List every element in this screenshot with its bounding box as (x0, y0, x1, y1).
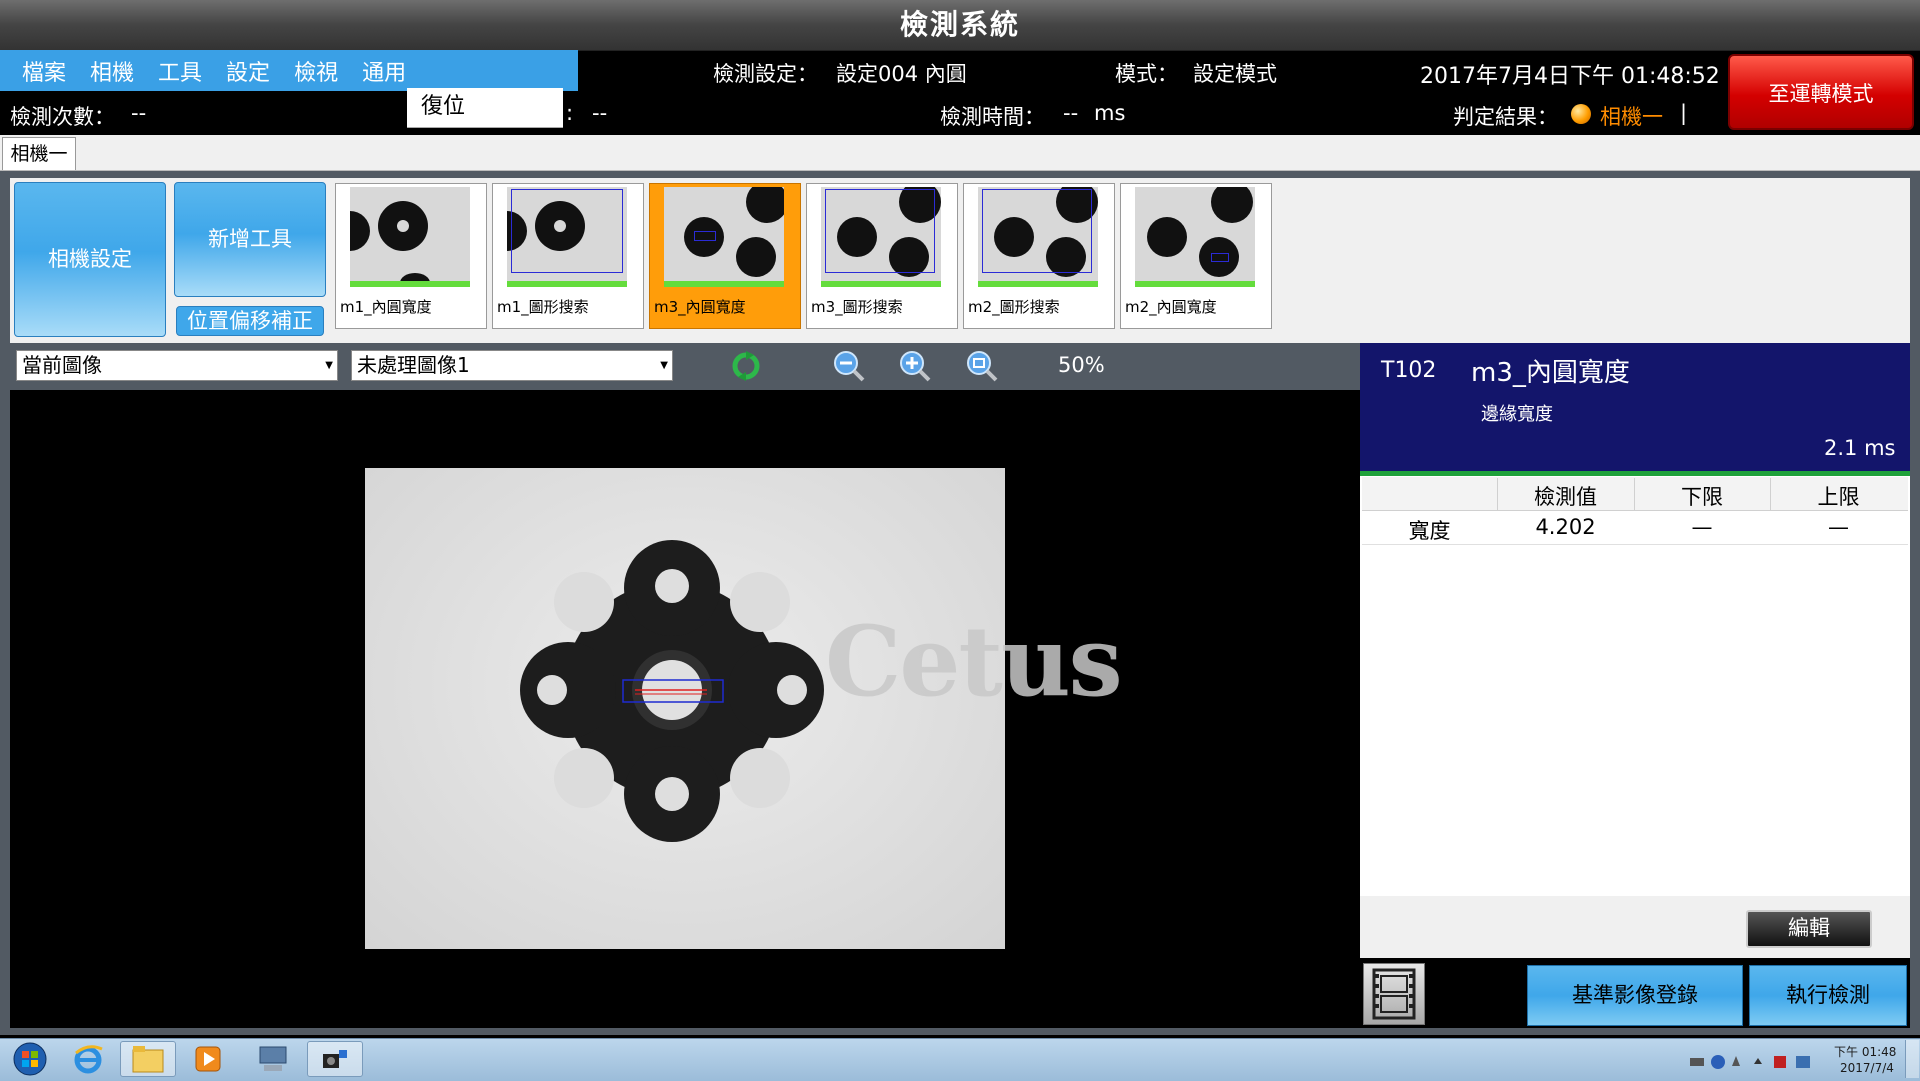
mid-value: -- (592, 101, 608, 125)
browser-icon[interactable] (60, 1041, 116, 1077)
tool-thumb-image (507, 187, 627, 281)
image-type-value: 未處理圖像1 (357, 353, 470, 377)
tool-id: T102 (1381, 358, 1437, 383)
menu-view[interactable]: 檢視 (294, 55, 338, 87)
zoom-level: 50% (1058, 353, 1105, 377)
inspection-time-label: 檢測時間： (940, 105, 1045, 129)
zoom-out-icon[interactable] (831, 348, 867, 388)
row-name: 寬度 (1408, 519, 1451, 543)
taskbar-date: 2017/7/4 (1840, 1061, 1894, 1075)
window-title: 檢測系統 (899, 8, 1020, 41)
tool-thumb-image (1135, 187, 1255, 281)
image-source-value: 當前圖像 (22, 353, 102, 377)
taskbar-time: 下午 01:48 (1834, 1045, 1897, 1059)
tool-thumb-label: m3_圖形搜索 (811, 298, 903, 316)
tool-thumb-image (978, 187, 1098, 281)
menu-camera[interactable]: 相機 (90, 55, 134, 87)
start-button[interactable] (2, 1041, 58, 1077)
edit-button[interactable]: 編輯 (1746, 910, 1872, 948)
film-strip-icon[interactable] (1363, 963, 1425, 1025)
result-status-icon (1571, 104, 1591, 124)
tool-thumb-label: m2_圖形搜索 (968, 298, 1060, 316)
status-bar (1135, 281, 1255, 287)
tool-thumb-label: m3_內圓寬度 (654, 298, 746, 316)
media-player-icon[interactable] (180, 1041, 236, 1077)
menu-bar: 檔案 相機 工具 設定 檢視 通用 (0, 50, 578, 91)
config-value: 設定004 內圓 (836, 62, 967, 86)
register-reference-button[interactable]: 基準影像登錄 (1527, 965, 1743, 1026)
system-tray-icons[interactable] (1688, 1052, 1818, 1076)
image-type-select[interactable]: 未處理圖像1 ▼ (351, 350, 673, 381)
tab-camera-1[interactable]: 相機一 (2, 137, 76, 170)
tool-thumb-3[interactable]: m3_內圓寬度 (649, 183, 801, 329)
result-suffix: | (1680, 101, 1688, 125)
col-header-lower: 下限 (1681, 485, 1723, 509)
camera-settings-button[interactable]: 相機設定 (14, 182, 166, 337)
reset-button[interactable]: 復位 (407, 88, 563, 128)
tool-thumb-label: m1_內圓寬度 (340, 298, 432, 316)
tool-thumb-image (821, 187, 941, 281)
add-tool-button[interactable]: 新增工具 (174, 182, 326, 297)
count-value: -- (131, 101, 147, 125)
tool-name: m3_內圓寬度 (1471, 358, 1630, 388)
zoom-fit-icon[interactable] (964, 348, 1000, 388)
chevron-down-icon: ▼ (325, 360, 333, 371)
status-bar (821, 281, 941, 287)
inspection-app-icon[interactable] (307, 1041, 363, 1077)
status-bar (350, 281, 470, 287)
run-mode-button[interactable]: 至運轉模式 (1728, 54, 1914, 130)
menu-tools[interactable]: 工具 (158, 55, 202, 87)
menu-file[interactable]: 檔案 (22, 55, 66, 87)
tool-thumb-4[interactable]: m3_圖形搜索 (806, 183, 958, 329)
tool-thumb-image (664, 187, 784, 281)
row-value: 4.202 (1535, 515, 1596, 539)
status-bar (507, 281, 627, 287)
menu-general[interactable]: 通用 (362, 55, 406, 87)
datetime: 2017年7月4日下午 01:48:52 (1420, 64, 1720, 89)
run-inspection-button[interactable]: 執行檢測 (1749, 965, 1907, 1026)
tool-thumb-6[interactable]: m2_內圓寬度 (1120, 183, 1272, 329)
offset-correction-button[interactable]: 位置偏移補正 (176, 306, 324, 336)
tool-exec-time: 2.1 ms (1824, 436, 1896, 460)
tool-thumb-label: m2_內圓寬度 (1125, 298, 1217, 316)
col-header-value: 檢測值 (1534, 485, 1597, 509)
col-header-upper: 上限 (1817, 485, 1860, 509)
result-label: 判定結果： (1453, 105, 1558, 129)
menu-settings[interactable]: 設定 (226, 55, 270, 87)
refresh-icon[interactable] (728, 348, 764, 388)
image-source-select[interactable]: 當前圖像 ▼ (16, 350, 338, 381)
tool-thumb-5[interactable]: m2_圖形搜索 (963, 183, 1115, 329)
zoom-in-icon[interactable] (897, 348, 933, 388)
chevron-down-icon: ▼ (660, 360, 668, 371)
mid-label: : (566, 101, 574, 125)
row-lower: — (1691, 515, 1713, 539)
result-value: 相機一 (1600, 105, 1663, 129)
show-desktop-button[interactable] (1905, 1040, 1919, 1078)
row-upper: — (1828, 515, 1849, 539)
mode-value: 設定模式 (1193, 62, 1277, 86)
mode-label: 模式： (1115, 62, 1178, 86)
tab-strip (0, 135, 1920, 171)
title-bar: 檢測系統 (0, 0, 1920, 51)
status-bar (664, 281, 784, 287)
watermark-text: Cetus (825, 605, 1123, 718)
inspection-time-value: -- (1063, 101, 1079, 125)
tool-thumb-1[interactable]: m1_內圓寬度 (335, 183, 487, 329)
tool-thumb-label: m1_圖形搜索 (497, 298, 589, 316)
config-label: 檢測設定： (713, 62, 818, 86)
tool-subtitle: 邊緣寬度 (1481, 404, 1553, 425)
folder-icon[interactable] (120, 1041, 176, 1077)
network-app-icon[interactable] (245, 1041, 301, 1077)
status-bar (978, 281, 1098, 287)
count-label: 檢測次數： (10, 105, 115, 129)
tool-thumb-image (350, 187, 470, 281)
tool-thumb-2[interactable]: m1_圖形搜索 (492, 183, 644, 329)
inspection-time-unit: ms (1094, 101, 1126, 125)
